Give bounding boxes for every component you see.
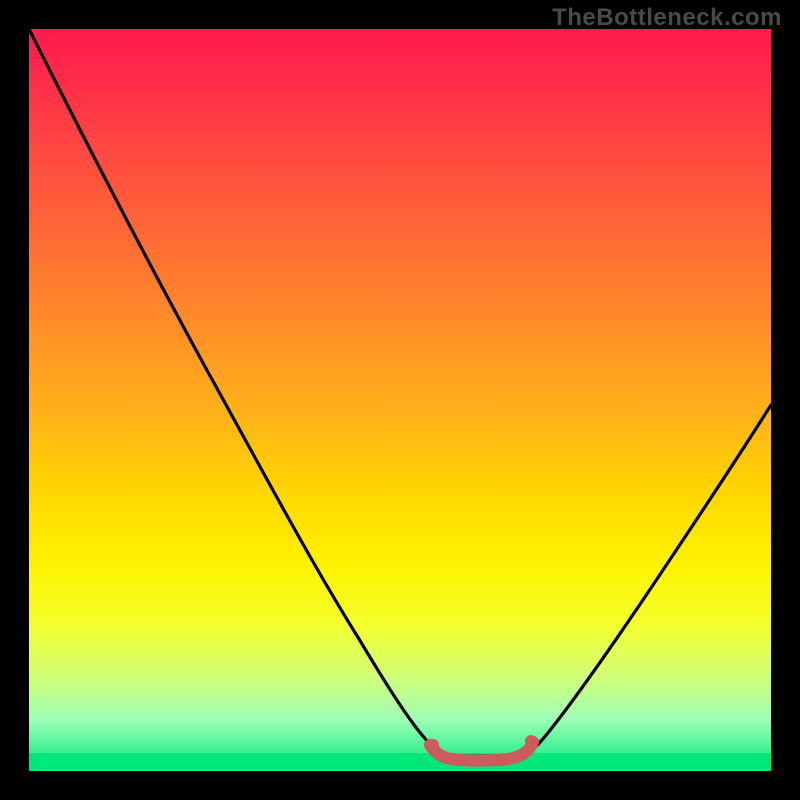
plot-area [29, 29, 771, 771]
watermark-text: TheBottleneck.com [552, 4, 782, 32]
optimal-band-dot-right [525, 735, 537, 747]
optimal-band-dot-left [427, 739, 439, 751]
chart-frame: TheBottleneck.com [0, 0, 800, 800]
optimal-band [430, 742, 533, 761]
bottleneck-curve [29, 29, 771, 756]
curve-layer [29, 29, 771, 771]
